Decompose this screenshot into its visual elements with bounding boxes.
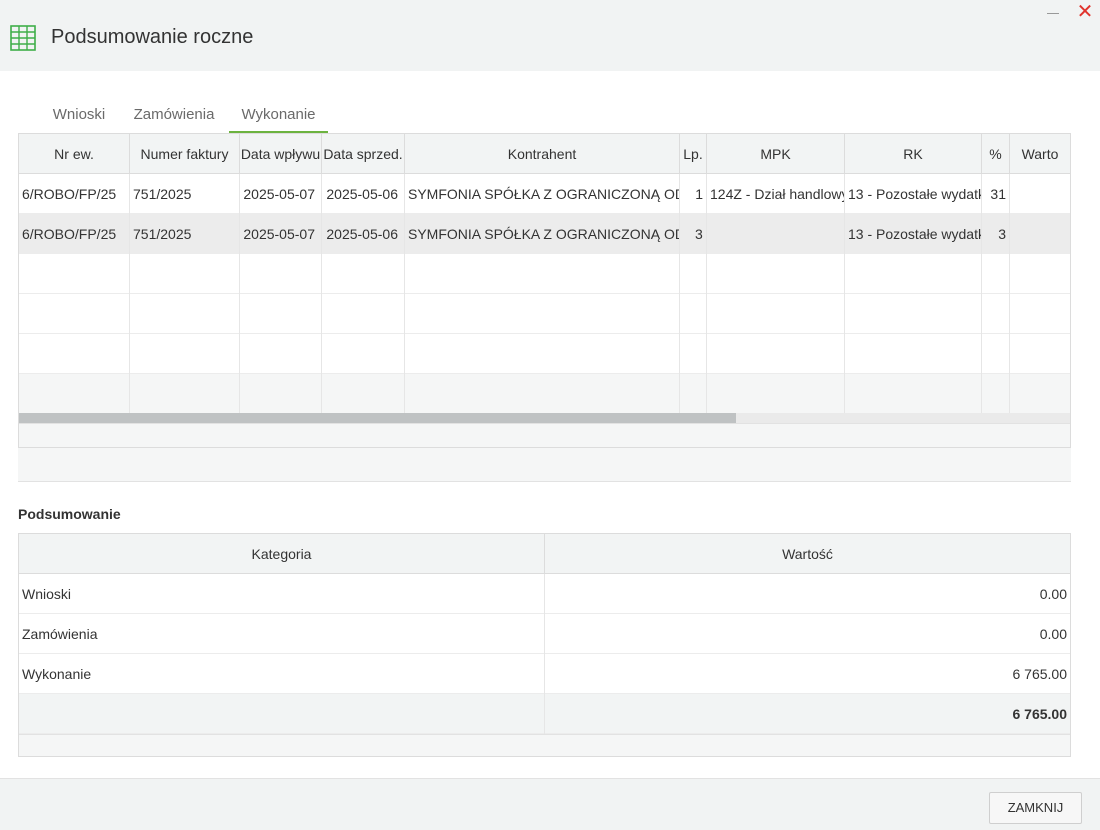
table-row[interactable]: 6/ROBO/FP/25 751/2025 2025-05-07 2025-05… [19,174,1070,214]
summary-value: 6 765.00 [1012,666,1068,682]
cell-rk: 13 - Pozostałe wydatk [845,174,982,214]
tab-zamowienia[interactable]: Zamówienia [124,100,224,133]
tab-label: Zamówienia [133,106,215,123]
empty-row [19,334,1070,374]
grid-header: Nr ew. Numer faktury Data wpływu Data sp… [19,134,1070,174]
cell-percent: 31 [982,174,1010,214]
tab-label: Wykonanie [241,106,316,123]
cell-nr-ew: 6/ROBO/FP/25 [19,214,130,254]
column-header[interactable]: Warto [1010,134,1070,174]
cell-value [1010,174,1070,214]
summary-value: 0.00 [1039,586,1067,602]
summary-footer [19,734,1070,756]
title-bar: Podsumowanie roczne ✕ [0,0,1100,71]
column-header[interactable]: Kategoria [19,534,545,574]
cell-mpk [707,214,845,254]
column-header[interactable]: Data sprzed. [322,134,405,174]
summary-table: Kategoria Wartość Wnioski 0.00 Zamówieni… [18,533,1071,757]
cell-receipt-date: 2025-05-07 [240,174,322,214]
grid-table-icon [10,25,36,51]
tab-wykonanie[interactable]: Wykonanie [229,100,328,133]
tab-label: Wnioski [52,106,106,123]
close-icon[interactable]: ✕ [1076,2,1094,22]
column-header[interactable]: RK [845,134,982,174]
cell-mpk: 124Z - Dział handlowy [707,174,845,214]
cell-lp: 3 [680,214,707,254]
window-title: Podsumowanie roczne [51,26,254,48]
cell-contractor: SYMFONIA SPÓŁKA Z OGRANICZONĄ ODP [405,174,680,214]
summary-category: Zamówienia [19,614,545,654]
cell-invoice-number: 751/2025 [130,214,240,254]
column-header[interactable]: Nr ew. [19,134,130,174]
summary-row[interactable]: Wnioski 0.00 [19,574,1070,614]
empty-row [19,254,1070,294]
tab-wnioski[interactable]: Wnioski [40,100,118,133]
grid-status-strip [18,448,1071,482]
cell-receipt-date: 2025-05-07 [240,214,322,254]
close-button[interactable]: ZAMKNIJ [989,792,1082,824]
summary-total-row: 6 765.00 [19,694,1070,734]
empty-row [19,374,1070,414]
column-header[interactable]: MPK [707,134,845,174]
column-header[interactable]: Data wpływu [240,134,322,174]
cell-nr-ew: 6/ROBO/FP/25 [19,174,130,214]
column-header[interactable]: % [982,134,1010,174]
summary-heading: Podsumowanie [18,506,121,522]
summary-header: Kategoria Wartość [19,534,1070,574]
column-header[interactable]: Lp. [680,134,707,174]
summary-value: 0.00 [1039,626,1067,642]
minimize-icon[interactable] [1044,4,1062,22]
column-header[interactable]: Kontrahent [405,134,680,174]
summary-category: Wnioski [19,574,545,614]
cell-rk: 13 - Pozostałe wydatk [845,214,982,254]
horizontal-scrollbar-thumb[interactable] [19,413,736,423]
execution-grid: Nr ew. Numer faktury Data wpływu Data sp… [18,133,1071,448]
summary-row[interactable]: Zamówienia 0.00 [19,614,1070,654]
cell-lp: 1 [680,174,707,214]
summary-total-label [19,694,545,734]
cell-sale-date: 2025-05-06 [322,174,405,214]
cell-percent: 3 [982,214,1010,254]
summary-total-value: 6 765.00 [1012,706,1068,722]
cell-sale-date: 2025-05-06 [322,214,405,254]
column-header[interactable]: Numer faktury [130,134,240,174]
cell-contractor: SYMFONIA SPÓŁKA Z OGRANICZONĄ ODP [405,214,680,254]
grid-footer [19,423,1070,447]
cell-value [1010,214,1070,254]
dialog-footer: ZAMKNIJ [0,778,1100,830]
summary-category: Wykonanie [19,654,545,694]
empty-row [19,294,1070,334]
cell-invoice-number: 751/2025 [130,174,240,214]
table-row[interactable]: 6/ROBO/FP/25 751/2025 2025-05-07 2025-05… [19,214,1070,254]
summary-row[interactable]: Wykonanie 6 765.00 [19,654,1070,694]
column-header[interactable]: Wartość [545,534,1070,574]
